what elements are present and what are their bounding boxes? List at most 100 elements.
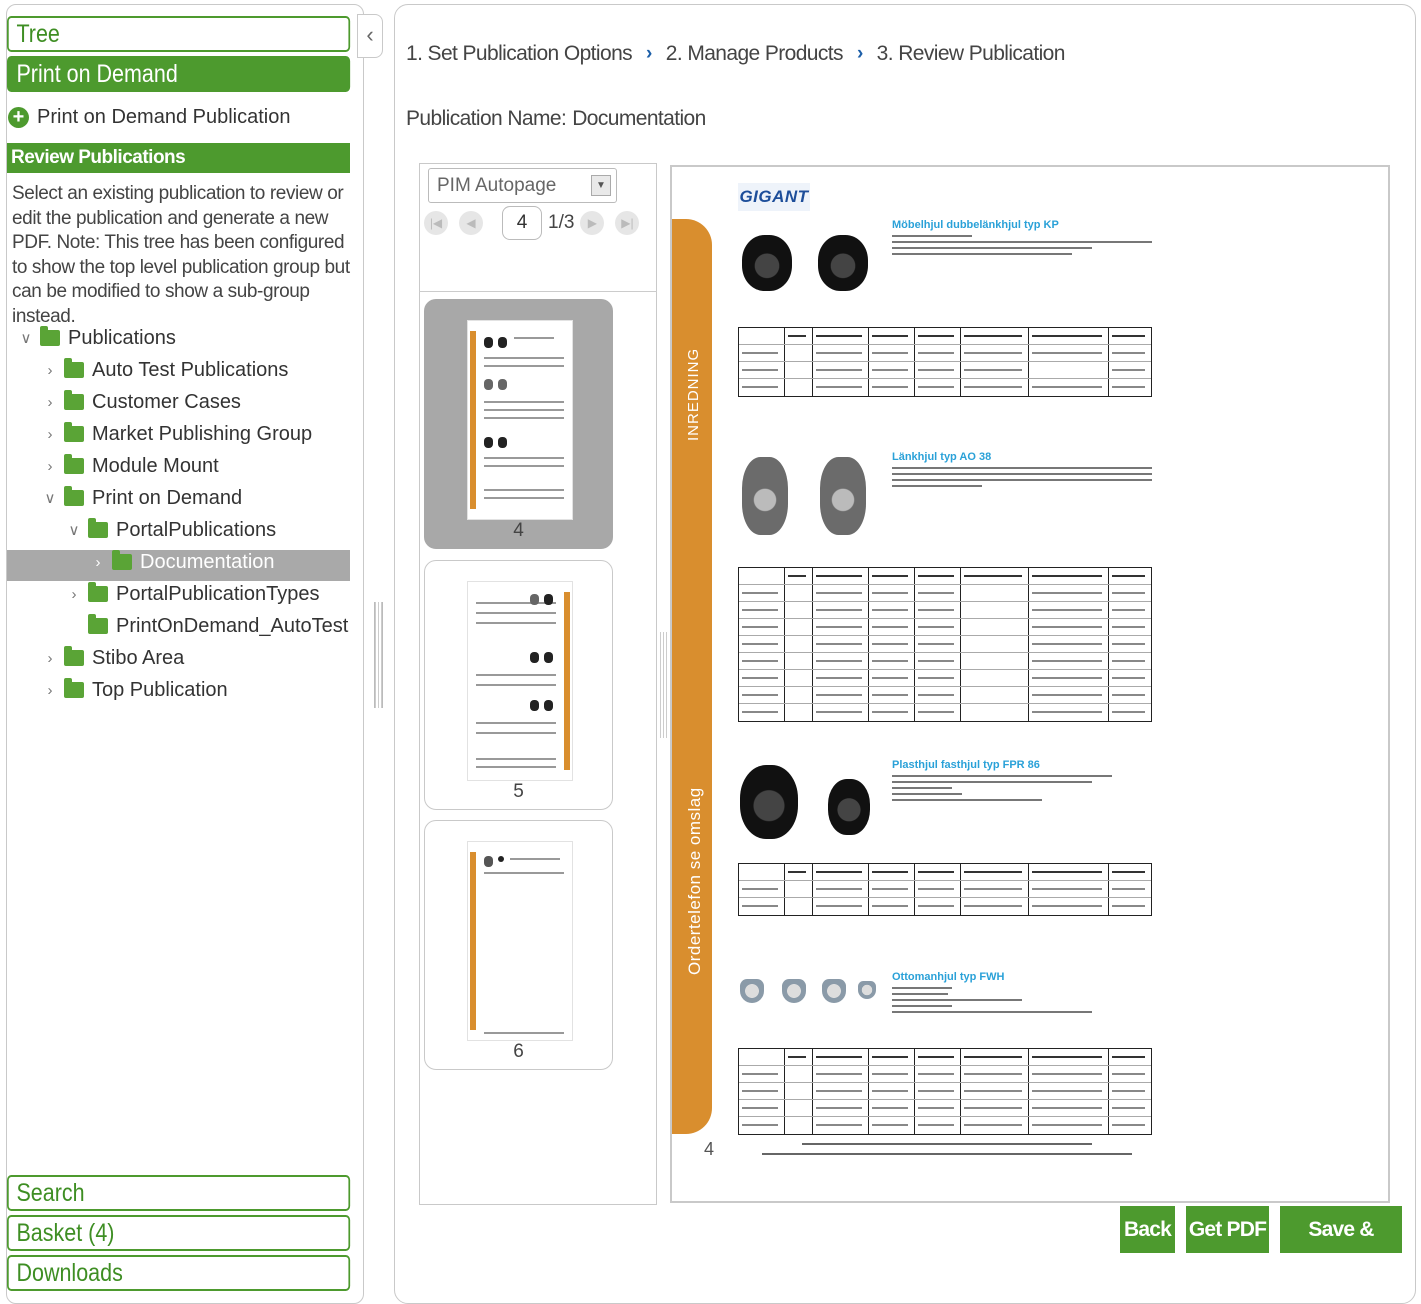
band-text-section: INREDNING: [685, 347, 702, 441]
folder-icon: [64, 454, 84, 474]
folder-icon: [112, 550, 132, 570]
product-image: [740, 979, 764, 1003]
product-description: [892, 467, 1152, 491]
tree-node-printondemand-autotest[interactable]: PrintOnDemand_AutoTest: [64, 612, 348, 640]
get-pdf-button[interactable]: Get PDF: [1186, 1206, 1269, 1253]
viewer-resize-handle[interactable]: [660, 632, 667, 738]
tree-node-publications[interactable]: ∨ Publications: [16, 324, 176, 352]
chevron-right-icon[interactable]: ›: [40, 458, 60, 475]
thumbnail-image: [467, 841, 573, 1041]
chevron-right-icon[interactable]: ›: [40, 426, 60, 443]
tab-print-on-demand[interactable]: Print on Demand: [7, 56, 351, 92]
tree-node-label: Documentation: [140, 550, 275, 573]
tree-node-portal-publication-types[interactable]: › PortalPublicationTypes: [64, 580, 319, 608]
product-image: [782, 979, 806, 1003]
tree-node-market-publishing-group[interactable]: › Market Publishing Group: [40, 420, 312, 448]
tree-node-label: Publications: [68, 326, 176, 349]
folder-icon: [64, 486, 84, 506]
last-page-icon[interactable]: ▶|: [615, 211, 640, 235]
publication-name-value: Documentation: [572, 107, 706, 130]
product-title: Möbelhjul dubbelänkhjul typ KP: [892, 219, 1059, 231]
thumbnail-image: [467, 581, 573, 781]
page-thumbnail[interactable]: 4: [424, 299, 613, 549]
thumbnail-page-number: 4: [513, 520, 524, 541]
review-publications-header: Review Publications: [7, 143, 350, 173]
product-table: [738, 863, 1152, 916]
page-number-input[interactable]: 4: [502, 206, 542, 240]
back-button[interactable]: Back: [1120, 1206, 1175, 1253]
tab-search[interactable]: Search: [7, 1175, 351, 1211]
print-on-demand-publication-link[interactable]: + Print on Demand Publication: [8, 103, 290, 131]
page-navigator: |◀ ◀ 4 1/3 ▶ ▶|: [424, 205, 650, 241]
chevron-left-icon: ‹: [366, 22, 374, 47]
tree-node-label: Print on Demand: [92, 486, 243, 509]
chevron-down-icon[interactable]: ∨: [40, 489, 60, 507]
product-image: [740, 765, 798, 839]
thumbnail-image: [467, 320, 573, 520]
product-title: Plasthjul fasthjul typ FPR 86: [892, 759, 1040, 771]
chevron-right-icon[interactable]: ›: [64, 586, 84, 603]
divider: [419, 291, 657, 292]
chevron-right-icon[interactable]: ›: [88, 554, 108, 571]
tree-node-label: PortalPublicationTypes: [116, 582, 320, 605]
tab-basket[interactable]: Basket (4): [7, 1215, 351, 1251]
tree-node-module-mount[interactable]: › Module Mount: [40, 452, 219, 480]
tree-node-label: Module Mount: [92, 454, 219, 477]
product-description: [892, 775, 1152, 805]
chevron-right-icon: ›: [856, 43, 863, 64]
product-image: [818, 235, 868, 291]
chevron-right-icon[interactable]: ›: [40, 362, 60, 379]
publication-name-label: Publication Name:: [406, 107, 567, 130]
page-thumbnail[interactable]: 6: [424, 820, 613, 1070]
folder-icon: [88, 582, 108, 602]
tree-node-label: PortalPublications: [116, 518, 277, 541]
tree-node-customer-cases[interactable]: › Customer Cases: [40, 388, 241, 416]
tree-node-label: PrintOnDemand_AutoTest: [116, 614, 349, 637]
folder-icon: [64, 390, 84, 410]
next-page-icon[interactable]: ▶: [580, 211, 605, 235]
tree-node-documentation[interactable]: › Documentation: [88, 548, 275, 576]
product-title: Länkhjul typ AO 38: [892, 451, 992, 463]
product-table: [738, 327, 1152, 397]
pod-link-label: Print on Demand Publication: [37, 105, 291, 128]
chevron-down-icon[interactable]: ∨: [64, 521, 84, 539]
tree-node-label: Top Publication: [92, 678, 228, 701]
tree-node-top-publication[interactable]: › Top Publication: [40, 676, 228, 704]
product-image: [828, 779, 870, 835]
step-set-options[interactable]: 1. Set Publication Options: [406, 42, 633, 66]
template-select-value: PIM Autopage: [437, 175, 557, 196]
tree-node-auto-test-publications[interactable]: › Auto Test Publications: [40, 356, 288, 384]
thumbnail-page-number: 6: [513, 1041, 524, 1062]
tree-node-portal-publications[interactable]: ∨ PortalPublications: [64, 516, 276, 544]
product-table: [738, 567, 1152, 722]
step-review-publication[interactable]: 3. Review Publication: [877, 42, 1066, 66]
template-select[interactable]: PIM Autopage ▼: [428, 168, 617, 203]
panel-resize-handle[interactable]: [374, 602, 383, 708]
add-circle-icon: +: [8, 106, 29, 128]
step-manage-products[interactable]: 2. Manage Products: [666, 42, 844, 66]
thumbnail-page-number: 5: [513, 781, 524, 802]
collapse-panel-button[interactable]: ‹: [357, 14, 383, 58]
product-title: Ottomanhjul typ FWH: [892, 971, 1005, 983]
tree-node-stibo-area[interactable]: › Stibo Area: [40, 644, 184, 672]
save-finish-button[interactable]: Save & Finish: [1280, 1206, 1402, 1288]
product-image: [822, 979, 846, 1003]
folder-icon: [88, 614, 108, 634]
tree-node-print-on-demand[interactable]: ∨ Print on Demand: [40, 484, 242, 512]
chevron-right-icon[interactable]: ›: [40, 650, 60, 667]
folder-icon: [64, 678, 84, 698]
chevron-right-icon[interactable]: ›: [40, 682, 60, 699]
folder-icon: [40, 326, 60, 346]
tab-tree[interactable]: Tree: [7, 16, 351, 52]
page-thumbnail[interactable]: 5: [424, 560, 613, 810]
first-page-icon[interactable]: |◀: [424, 211, 448, 235]
previous-page-icon[interactable]: ◀: [459, 211, 483, 235]
tab-downloads[interactable]: Downloads: [7, 1255, 351, 1291]
gigant-logo: GIGANT: [738, 183, 810, 211]
chevron-down-icon[interactable]: ∨: [16, 329, 36, 347]
review-description: Select an existing publication to review…: [12, 183, 350, 327]
tree-node-label: Stibo Area: [92, 646, 185, 669]
chevron-right-icon[interactable]: ›: [40, 394, 60, 411]
dropdown-arrow-icon[interactable]: ▼: [591, 175, 611, 196]
product-image: [820, 457, 866, 535]
